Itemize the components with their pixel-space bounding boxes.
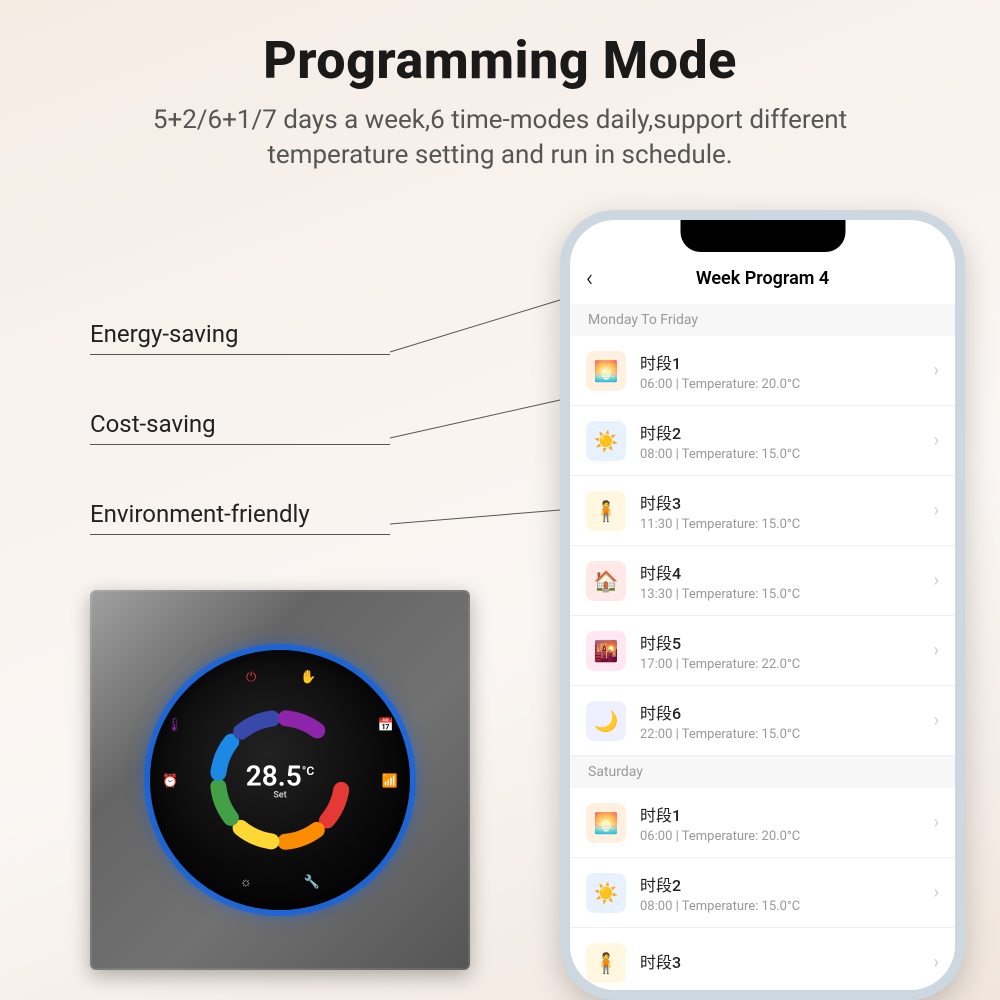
chevron-right-icon: › <box>934 360 939 381</box>
person-icon: 🧍 <box>586 943 626 983</box>
chevron-right-icon: › <box>934 882 939 903</box>
page-subtitle: 5+2/6+1/7 days a week,6 time-modes daily… <box>110 103 890 173</box>
app-header: ‹ Week Program 4 <box>570 256 955 304</box>
schedule-item-title: 时段2 <box>640 420 928 444</box>
home-icon: 🏠 <box>586 561 626 601</box>
person-icon: 🧍 <box>586 491 626 531</box>
schedule-item-detail: 06:00 | Temperature: 20.0°C <box>640 377 928 392</box>
chevron-right-icon: › <box>934 430 939 451</box>
schedule-item-detail: 06:00 | Temperature: 20.0°C <box>640 829 928 844</box>
moon-icon: 🌙 <box>586 701 626 741</box>
schedule-item-title: 时段2 <box>640 872 928 896</box>
chevron-right-icon: › <box>934 640 939 661</box>
wifi-icon: 📶 <box>382 774 398 789</box>
schedule-item[interactable]: 🌅 时段1 06:00 | Temperature: 20.0°C › <box>570 336 955 406</box>
chevron-right-icon: › <box>934 570 939 591</box>
schedule-item-title: 时段1 <box>640 802 928 826</box>
screen-title: Week Program 4 <box>586 268 939 289</box>
chevron-right-icon: › <box>934 952 939 973</box>
schedule-item-detail: 17:00 | Temperature: 22.0°C <box>640 657 928 672</box>
sun-icon: ☀️ <box>586 421 626 461</box>
callout-environment: Environment-friendly <box>90 500 390 535</box>
schedule-item-title: 时段3 <box>640 949 928 973</box>
schedule-item[interactable]: ☀️ 时段2 08:00 | Temperature: 15.0°C › <box>570 858 955 928</box>
sunrise-icon: 🌅 <box>586 803 626 843</box>
chevron-right-icon: › <box>934 710 939 731</box>
schedule-list[interactable]: Monday To Friday 🌅 时段1 06:00 | Temperature:… <box>570 304 955 990</box>
schedule-item[interactable]: 🧍 时段3 11:30 | Temperature: 15.0°C › <box>570 476 955 546</box>
calendar-icon: 📅 <box>378 718 394 733</box>
schedule-item-detail: 13:30 | Temperature: 15.0°C <box>640 587 928 602</box>
schedule-item[interactable]: 🌅 时段1 06:00 | Temperature: 20.0°C › <box>570 788 955 858</box>
chevron-right-icon: › <box>934 812 939 833</box>
settings-icon: 🔧 <box>304 875 320 890</box>
sunrise-icon: 🌅 <box>586 351 626 391</box>
schedule-item-title: 时段3 <box>640 490 928 514</box>
schedule-item-title: 时段5 <box>640 630 928 654</box>
temp-icon: 🌡 <box>166 718 183 733</box>
chevron-right-icon: › <box>934 500 939 521</box>
schedule-item[interactable]: 🧍 时段3 › <box>570 928 955 990</box>
schedule-item[interactable]: 🏠 时段4 13:30 | Temperature: 15.0°C › <box>570 546 955 616</box>
thermostat-dial[interactable]: 28.5°C Set ⏻ ✋ 🌡 📅 ⏰ 📶 ☼ 🔧 <box>150 650 410 910</box>
schedule-item-detail: 08:00 | Temperature: 15.0°C <box>640 447 928 462</box>
clock-icon: ⏰ <box>162 774 178 789</box>
schedule-item-detail: 08:00 | Temperature: 15.0°C <box>640 899 928 914</box>
schedule-item[interactable]: 🌙 时段6 22:00 | Temperature: 15.0°C › <box>570 686 955 756</box>
schedule-item-title: 时段1 <box>640 350 928 374</box>
thermostat-temperature: 28.5°C Set <box>246 760 314 801</box>
phone-notch <box>680 220 845 252</box>
schedule-item-detail: 11:30 | Temperature: 15.0°C <box>640 517 928 532</box>
thermostat-device: 28.5°C Set ⏻ ✋ 🌡 📅 ⏰ 📶 ☼ 🔧 <box>90 590 470 970</box>
schedule-item-detail: 22:00 | Temperature: 15.0°C <box>640 727 928 742</box>
page-title: Programming Mode <box>0 0 1000 91</box>
sunset-icon: 🌇 <box>586 631 626 671</box>
schedule-item-title: 时段6 <box>640 700 928 724</box>
section-header: Monday To Friday <box>570 304 955 336</box>
callout-energy: Energy-saving <box>90 320 390 355</box>
hand-icon: ✋ <box>300 670 316 685</box>
feature-callouts: Energy-saving Cost-saving Environment-fr… <box>90 320 550 590</box>
sun-icon: ☀️ <box>586 873 626 913</box>
power-icon: ⏻ <box>246 670 256 685</box>
node-icon: ☼ <box>240 874 252 890</box>
schedule-item[interactable]: ☀️ 时段2 08:00 | Temperature: 15.0°C › <box>570 406 955 476</box>
callout-cost: Cost-saving <box>90 410 390 445</box>
phone-mockup: ‹ Week Program 4 Monday To Friday 🌅 时段1 06:… <box>560 210 965 1000</box>
section-header: Saturday <box>570 756 955 788</box>
schedule-item-title: 时段4 <box>640 560 928 584</box>
schedule-item[interactable]: 🌇 时段5 17:00 | Temperature: 22.0°C › <box>570 616 955 686</box>
